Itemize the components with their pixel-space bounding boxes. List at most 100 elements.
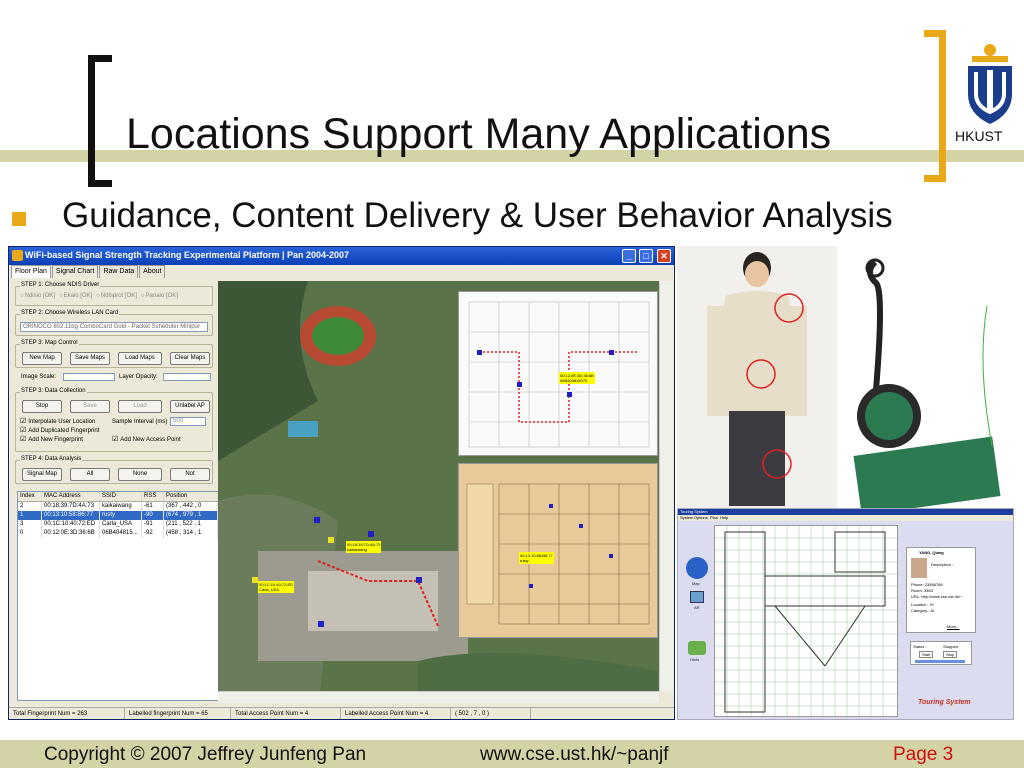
access-point-table: Index MAC Address SSID RSS Position 2 00… bbox=[17, 491, 219, 701]
step2-group: STEP 2: Choose Wireless LAN Card ORINOCO… bbox=[15, 310, 213, 336]
profile-location: Location : 3Y bbox=[911, 602, 935, 607]
tab-about[interactable]: About bbox=[139, 265, 166, 278]
cell-index: 0 bbox=[18, 529, 42, 538]
col-index[interactable]: Index bbox=[18, 492, 42, 501]
new-access-point-checkbox[interactable]: Add New Access Point bbox=[112, 435, 180, 443]
floor-plan-overlay-2[interactable]: 00:13:10:58:B6:77 rusty bbox=[458, 463, 658, 638]
window-titlebar[interactable]: WiFi-based Signal Strength Tracking Expe… bbox=[9, 247, 674, 265]
hints-icon[interactable] bbox=[688, 641, 706, 655]
cell-mac: 00:12:0E:3D:36:6B bbox=[42, 529, 100, 538]
tab-raw-data[interactable]: Raw Data bbox=[99, 265, 139, 278]
cell-ssid: kaikaiwang bbox=[100, 502, 142, 511]
cell-ssid: rusty bbox=[100, 511, 142, 520]
profile-phone: Phone: 23586768 bbox=[911, 582, 943, 587]
ar-icon[interactable] bbox=[690, 591, 704, 603]
col-ssid[interactable]: SSID bbox=[100, 492, 142, 501]
side-label-hints: Hints bbox=[690, 657, 700, 662]
save-maps-button[interactable]: Save Maps bbox=[70, 352, 110, 365]
radio-ndisio[interactable]: Ndisio [OK] bbox=[20, 293, 55, 299]
touring-window-title: Touring System bbox=[680, 509, 708, 514]
table-row[interactable]: 0 00:12:0E:3D:36:6B 06B404815... -92 (45… bbox=[18, 529, 218, 538]
table-row[interactable]: 3 00:1C:10:40:72:ED Carla_USA -91 (211 ,… bbox=[18, 520, 218, 529]
none-button[interactable]: None bbox=[118, 468, 162, 481]
floor-plan-overlay-1[interactable]: 00:12:0E:3D:36:6B 06B404815079 bbox=[458, 291, 658, 456]
new-fingerprint-checkbox[interactable]: Add New Fingerprint bbox=[20, 435, 83, 443]
new-map-button[interactable]: New Map bbox=[22, 352, 62, 365]
table-header: Index MAC Address SSID RSS Position bbox=[18, 492, 218, 502]
wlan-card-select[interactable]: ORINOCO 802.11bg ComboCard Gold - Packet… bbox=[20, 322, 208, 332]
step2-title: STEP 2: Choose Wireless LAN Card bbox=[20, 310, 120, 316]
touring-system-window: Touring System System Options Plan Help … bbox=[677, 508, 1014, 720]
not-button[interactable]: Not bbox=[170, 468, 210, 481]
image-scale-slider[interactable] bbox=[63, 373, 115, 381]
progress-bar bbox=[915, 660, 965, 663]
status-box: Status : Stopped Start Stop bbox=[910, 641, 972, 665]
signal-map-button[interactable]: Signal Map bbox=[22, 468, 62, 481]
cell-mac: 00:18:39:7D:4A:73 bbox=[42, 502, 100, 511]
satellite-map-view[interactable]: 00:18:39:7D:4A:73 kaikaiwang 00:1C:10:40… bbox=[218, 281, 659, 691]
cell-rss: -92 bbox=[142, 529, 164, 538]
status-total-ap: Total Access Point Num = 4 bbox=[231, 708, 341, 719]
save-button[interactable]: Save bbox=[70, 400, 110, 413]
profile-description: Description : bbox=[931, 562, 954, 567]
minimize-button[interactable]: _ bbox=[622, 249, 636, 263]
duplicated-fingerprint-checkbox[interactable]: Add Duplicated Fingerprint bbox=[20, 426, 99, 434]
touring-floor-plan[interactable] bbox=[714, 525, 899, 718]
cell-ssid: Carla_USA bbox=[100, 520, 142, 529]
menu-plan[interactable]: Plan bbox=[710, 515, 718, 520]
status-total-fingerprint: Total Fingerprint Num = 263 bbox=[9, 708, 125, 719]
col-mac[interactable]: MAC Address bbox=[42, 492, 100, 501]
globe-icon[interactable] bbox=[686, 557, 708, 579]
slide-footer: Copyright © 2007 Jeffrey Junfeng Pan www… bbox=[0, 740, 1024, 768]
person-with-sensors-image bbox=[677, 246, 1014, 508]
load-button[interactable]: Load bbox=[118, 400, 162, 413]
stop-button[interactable]: Stop bbox=[943, 651, 958, 658]
menu-options[interactable]: Options bbox=[694, 515, 708, 520]
floor-plan-drawing bbox=[466, 483, 650, 625]
wearable-sensor-photo bbox=[677, 246, 1014, 508]
touring-plan-drawing bbox=[715, 526, 899, 718]
table-row[interactable]: 1 00:13:10:58:B6:77 rusty -90 (674 , 979… bbox=[18, 511, 218, 520]
menu-system[interactable]: System bbox=[680, 515, 693, 520]
step1-title: STEP 1: Choose NDIS Driver bbox=[20, 282, 101, 288]
radio-panaio[interactable]: Panaio [OK] bbox=[141, 293, 178, 299]
radio-ekaio[interactable]: Ekaio [OK] bbox=[59, 293, 93, 299]
title-right-bracket bbox=[924, 30, 946, 182]
layer-opacity-slider[interactable] bbox=[163, 373, 211, 381]
profile-url[interactable]: URL: http://www.cse.ust.hk/~ bbox=[911, 594, 962, 599]
cell-index: 2 bbox=[18, 502, 42, 511]
status-value: Stopped bbox=[943, 644, 958, 649]
data-collection-group: STEP 3: Data Collection Stop Save Load U… bbox=[15, 388, 213, 452]
radio-ndisprot[interactable]: Ndisprot [OK] bbox=[96, 293, 137, 299]
map-label-carla: 00:1C:10:40:72:ED Carla_USA bbox=[258, 581, 295, 593]
cell-rss: -91 bbox=[142, 520, 164, 529]
menu-help[interactable]: Help bbox=[720, 515, 728, 520]
tab-floor-plan[interactable]: Floor Plan bbox=[11, 265, 51, 278]
close-button[interactable]: ✕ bbox=[657, 249, 671, 263]
maximize-button[interactable]: □ bbox=[639, 249, 653, 263]
stop-button[interactable]: Stop bbox=[22, 400, 62, 413]
cell-rss: -61 bbox=[142, 502, 164, 511]
unlabel-ap-button[interactable]: Unlabel AP bbox=[170, 400, 210, 413]
start-button[interactable]: Start bbox=[919, 651, 934, 658]
sample-interval-input[interactable]: 500 bbox=[170, 417, 206, 426]
clear-maps-button[interactable]: Clear Maps bbox=[170, 352, 210, 365]
step4-title: STEP 4: Data Analysis bbox=[20, 456, 83, 462]
footer-url[interactable]: www.cse.ust.hk/~panjf bbox=[480, 744, 669, 766]
table-row[interactable]: 2 00:18:39:7D:4A:73 kaikaiwang -61 (367 … bbox=[18, 502, 218, 511]
map-vertical-scrollbar[interactable] bbox=[659, 281, 673, 691]
step3-title: STEP 3: Map Control bbox=[20, 340, 79, 346]
col-position[interactable]: Position bbox=[164, 492, 218, 501]
col-rss[interactable]: RSS bbox=[142, 492, 164, 501]
driver-radio-group: Ndisio [OK] Ekaio [OK] Ndisprot [OK] Pan… bbox=[20, 293, 178, 299]
load-maps-button[interactable]: Load Maps bbox=[118, 352, 162, 365]
tab-signal-chart[interactable]: Signal Chart bbox=[51, 265, 99, 278]
map-horizontal-scrollbar[interactable] bbox=[218, 691, 659, 703]
interpolate-checkbox[interactable]: Interpolate User Location bbox=[20, 417, 95, 425]
cell-position: (458 , 314 , 1 bbox=[164, 529, 218, 538]
window-title: WiFi-based Signal Strength Tracking Expe… bbox=[25, 250, 350, 260]
all-button[interactable]: All bbox=[70, 468, 110, 481]
more-link[interactable]: More... bbox=[947, 624, 959, 629]
status-bar: Total Fingerprint Num = 263 Labelled fin… bbox=[9, 707, 674, 719]
layer-opacity-label: Layer Opacity: bbox=[119, 374, 158, 380]
